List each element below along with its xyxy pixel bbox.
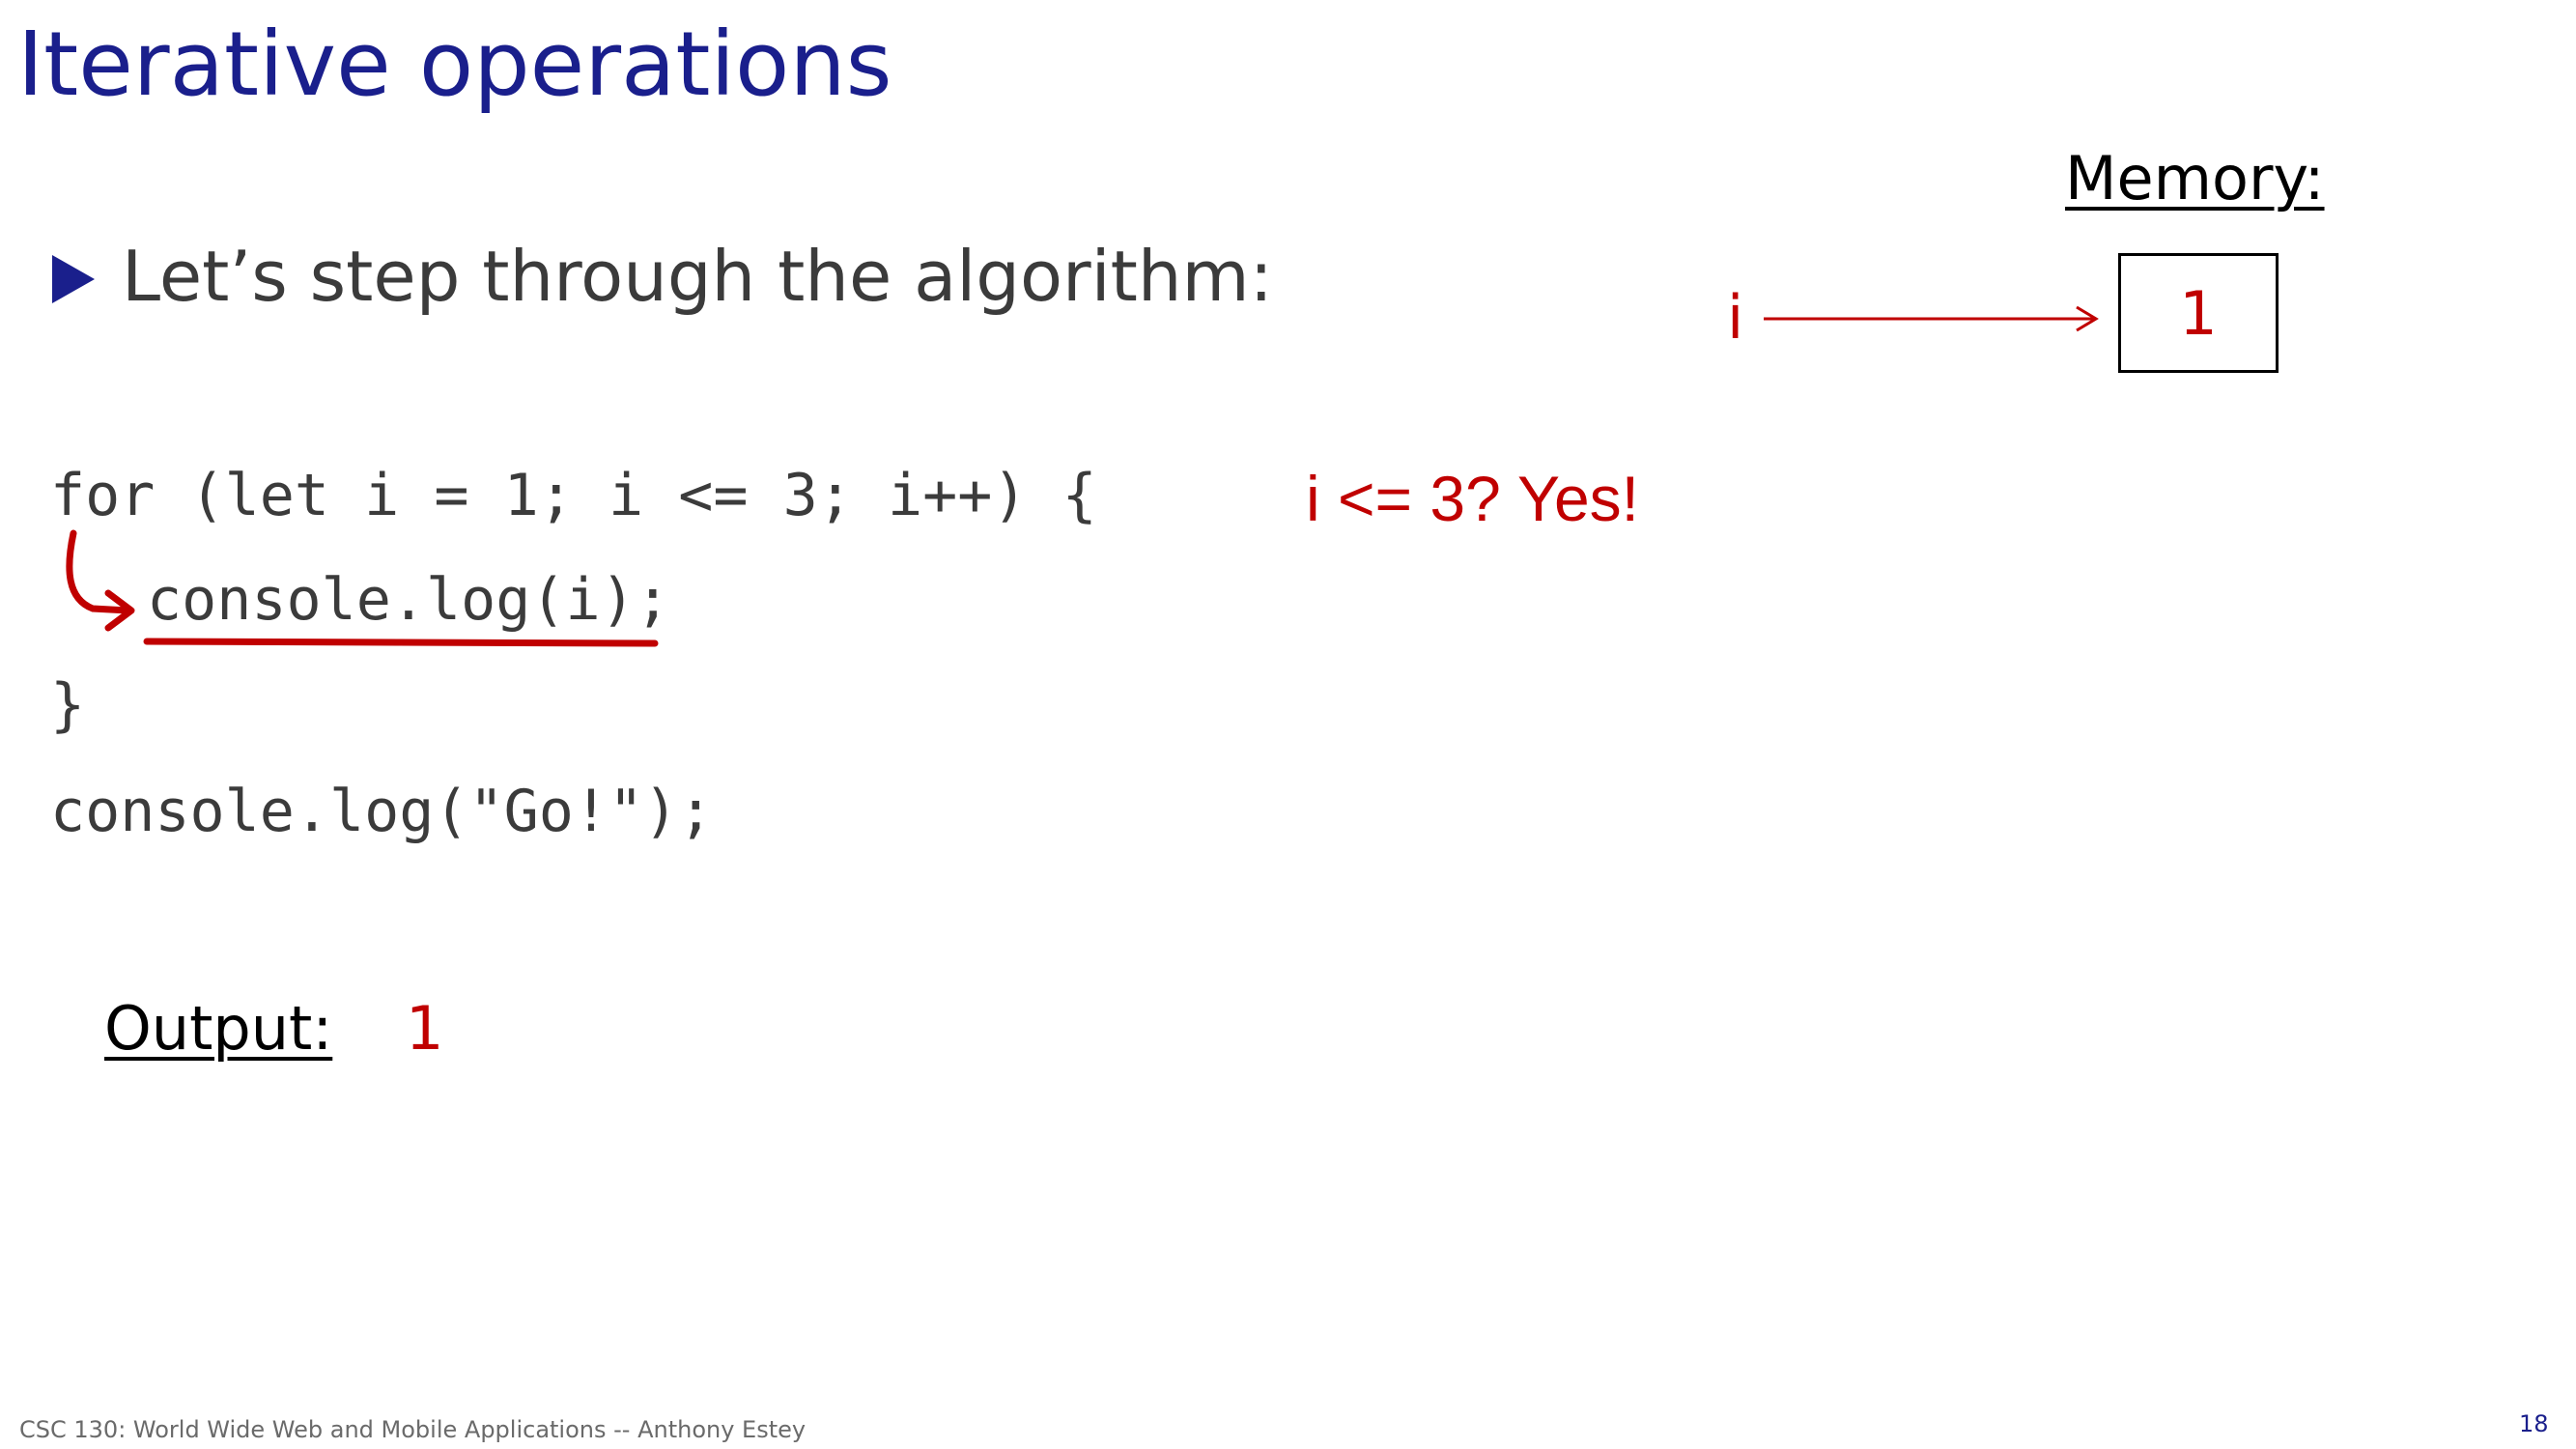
memory-variable-label: i (1727, 282, 1744, 353)
memory-cell-value: 1 (2179, 277, 2218, 349)
condition-annotation: i <= 3? Yes! (1306, 463, 1639, 534)
footer-course-text: CSC 130: World Wide Web and Mobile Appli… (19, 1416, 807, 1443)
code-line-console-log-i: console.log(i); (147, 566, 670, 634)
bullet-item: Let’s step through the algorithm: (52, 236, 1273, 317)
output-label: Output: (104, 993, 333, 1064)
memory-pointer-arrow (1764, 305, 2099, 332)
code-line-closing-brace: } (50, 671, 86, 739)
bullet-text: Let’s step through the algorithm: (122, 236, 1273, 317)
page-number: 18 (2519, 1410, 2549, 1437)
loop-entry-arrow (66, 529, 135, 632)
slide-title: Iterative operations (17, 13, 892, 116)
current-statement-underline (143, 638, 659, 647)
code-line-console-log-go: console.log("Go!"); (50, 778, 714, 845)
memory-label: Memory: (2065, 143, 2325, 213)
output-value: 1 (406, 993, 444, 1064)
memory-cell: 1 (2118, 253, 2279, 373)
bullet-triangle-icon (52, 255, 95, 303)
code-line-for-loop: for (let i = 1; i <= 3; i++) { (50, 462, 1097, 529)
annotation-overlay (66, 305, 2099, 647)
